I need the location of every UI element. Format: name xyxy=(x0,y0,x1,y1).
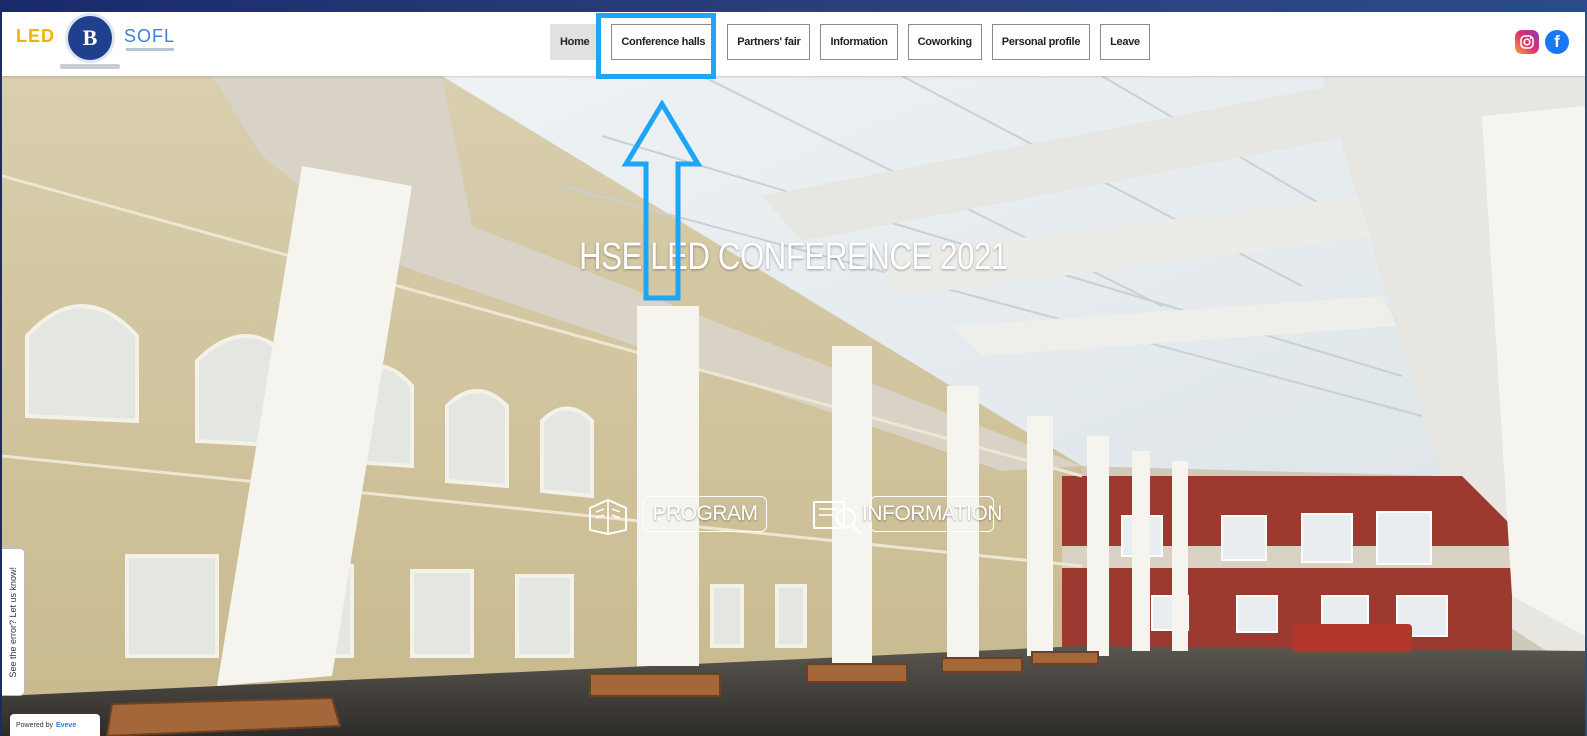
nav-home[interactable]: Home xyxy=(550,24,600,60)
sofl-logo-caption xyxy=(126,48,174,51)
powered-by-brand: Eveve xyxy=(55,721,77,729)
facebook-icon[interactable]: f xyxy=(1545,30,1569,54)
top-navbar: LED B SOFL Home Conference halls Partner… xyxy=(2,12,1585,76)
atrium-background xyxy=(2,76,1585,736)
hse-logo-caption xyxy=(60,64,120,69)
social-links: f xyxy=(1515,30,1569,54)
information-button[interactable]: INFORMATION xyxy=(862,496,1002,532)
app-frame: LED B SOFL Home Conference halls Partner… xyxy=(2,12,1585,736)
led-logo: LED xyxy=(16,26,55,46)
powered-by-text: Powered by xyxy=(16,721,53,729)
nav-coworking[interactable]: Coworking xyxy=(907,24,982,60)
nav-information[interactable]: Information xyxy=(820,24,898,60)
program-button[interactable]: PROGRAM xyxy=(643,496,767,532)
powered-by-badge[interactable]: Powered by Eveve xyxy=(10,714,100,736)
pointer-arrow-icon xyxy=(621,100,703,301)
nav-personal-profile[interactable]: Personal profile xyxy=(991,24,1091,60)
nav-leave[interactable]: Leave xyxy=(1100,24,1150,60)
sofl-logo: SOFL xyxy=(124,26,176,46)
atrium-panorama[interactable]: HSE LED CONFERENCE 2021 PROGRAM INFORMAT… xyxy=(2,76,1585,736)
program-book-icon[interactable] xyxy=(586,496,630,536)
information-search-icon[interactable] xyxy=(812,496,864,538)
instagram-icon[interactable] xyxy=(1515,30,1539,54)
hero-title: HSE LED CONFERENCE 2021 xyxy=(579,236,1008,278)
nav-partners-fair[interactable]: Partners' fair xyxy=(727,24,811,60)
feedback-tab[interactable]: See the error? Let us know! xyxy=(2,548,25,696)
feedback-tab-label: See the error? Let us know! xyxy=(8,566,18,678)
highlight-box xyxy=(596,13,716,79)
hse-logo: B xyxy=(68,16,112,60)
